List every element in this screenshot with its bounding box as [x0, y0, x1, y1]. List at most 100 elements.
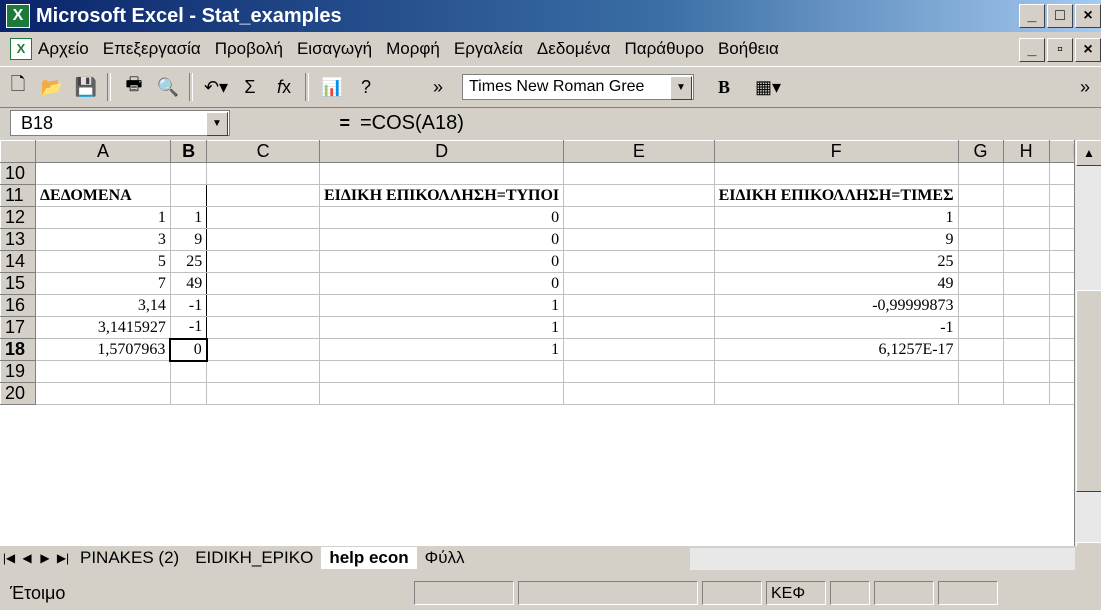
cell-f[interactable]: ΕΙΔΙΚΗ ΕΠΙΚΟΛΛΗΣΗ=ΤΙΜΕΣ	[713, 184, 959, 207]
cell-h[interactable]	[1002, 316, 1050, 339]
cell-b[interactable]: 49	[169, 272, 208, 295]
cell-b[interactable]: 25	[169, 250, 208, 273]
row-header[interactable]: 14	[0, 250, 36, 273]
column-header[interactable]: H	[1002, 140, 1050, 163]
cell-h[interactable]	[1002, 250, 1050, 273]
cell-g[interactable]	[957, 206, 1004, 229]
save-icon[interactable]: 💾	[70, 72, 102, 102]
prev-sheet-icon[interactable]: ◀	[18, 551, 36, 565]
cell-b-active[interactable]: 0	[169, 337, 208, 362]
first-sheet-icon[interactable]: |◀	[0, 551, 18, 565]
cell-h[interactable]	[1002, 382, 1050, 405]
autosum-icon[interactable]: Σ	[234, 72, 266, 102]
doc-restore-button[interactable]: ▫	[1047, 38, 1073, 62]
column-header[interactable]: C	[206, 140, 320, 163]
cell-a[interactable]: 3,1415927	[35, 316, 171, 339]
cell-e[interactable]	[563, 272, 715, 295]
cell-f[interactable]: 6,1257E-17	[713, 338, 959, 361]
column-header[interactable]: F	[713, 140, 959, 163]
cell-b[interactable]	[169, 162, 208, 185]
cell-a[interactable]: 7	[35, 272, 171, 295]
cell-e[interactable]	[563, 206, 715, 229]
cell-g[interactable]	[957, 360, 1004, 383]
function-icon[interactable]: fx	[268, 72, 300, 102]
cell-d[interactable]: 0	[318, 228, 565, 251]
column-header[interactable]: E	[563, 140, 715, 163]
font-name-select[interactable]: Times New Roman Gree ▼	[462, 74, 694, 100]
cell-d[interactable]	[318, 360, 565, 383]
close-button[interactable]: ×	[1075, 4, 1101, 28]
open-icon[interactable]: 📂	[36, 72, 68, 102]
row-header[interactable]: 19	[0, 360, 36, 383]
cell-f[interactable]	[713, 360, 959, 383]
cell-c[interactable]	[206, 382, 320, 405]
menu-edit[interactable]: Επεξεργασία	[103, 39, 201, 59]
sheet-tab-active[interactable]: help econ	[321, 547, 417, 569]
row-header[interactable]: 15	[0, 272, 36, 295]
new-icon[interactable]: 🗋	[2, 72, 34, 102]
row-header[interactable]: 12	[0, 206, 36, 229]
menu-window[interactable]: Παράθυρο	[624, 39, 703, 59]
cell-g[interactable]	[957, 294, 1004, 317]
cell-c[interactable]	[206, 250, 320, 273]
cell-a[interactable]: ΔΕΔΟΜΕΝΑ	[35, 184, 171, 207]
cell-f[interactable]: 9	[713, 228, 959, 251]
cell-g[interactable]	[957, 250, 1004, 273]
worksheet-grid[interactable]: A B C D E F G H I 1011ΔΕΔΟΜΕΝΑΕΙΔΙΚΗ ΕΠΙ…	[0, 140, 1101, 568]
cell-h[interactable]	[1002, 162, 1050, 185]
cell-b[interactable]	[169, 360, 208, 383]
cell-e[interactable]	[563, 360, 715, 383]
minimize-button[interactable]: _	[1019, 4, 1045, 28]
menu-data[interactable]: Δεδομένα	[537, 39, 611, 59]
cell-e[interactable]	[563, 162, 715, 185]
column-header[interactable]: B	[169, 140, 208, 163]
cell-c[interactable]	[206, 162, 320, 185]
cell-c[interactable]	[206, 294, 320, 317]
borders-icon[interactable]: ▦▾	[752, 72, 784, 102]
cell-a[interactable]: 5	[35, 250, 171, 273]
undo-icon[interactable]: ↶▾	[200, 72, 232, 102]
menu-format[interactable]: Μορφή	[386, 39, 440, 59]
cell-d[interactable]: ΕΙΔΙΚΗ ΕΠΙΚΟΛΛΗΣΗ=ΤΥΠΟΙ	[318, 184, 565, 207]
cell-a[interactable]	[35, 162, 171, 185]
name-box[interactable]: B18 ▼	[10, 110, 230, 136]
scroll-thumb[interactable]	[1076, 290, 1101, 492]
sheet-tab[interactable]: PINAKES (2)	[72, 547, 187, 569]
corner-select-all[interactable]	[0, 140, 36, 163]
menu-insert[interactable]: Εισαγωγή	[297, 39, 372, 59]
chart-wizard-icon[interactable]: 📊	[316, 72, 348, 102]
cell-f[interactable]: -0,99999873	[713, 294, 959, 317]
more-buttons-icon[interactable]: »	[422, 72, 454, 102]
chevron-down-icon[interactable]: ▼	[206, 112, 228, 136]
cell-c[interactable]	[206, 206, 320, 229]
cell-c[interactable]	[206, 228, 320, 251]
cell-h[interactable]	[1002, 184, 1050, 207]
row-header[interactable]: 11	[0, 184, 36, 207]
menu-tools[interactable]: Εργαλεία	[454, 39, 523, 59]
cell-b[interactable]: 9	[169, 228, 208, 251]
cell-g[interactable]	[957, 272, 1004, 295]
cell-c[interactable]	[206, 272, 320, 295]
vertical-scrollbar[interactable]: ▲ ▼	[1074, 140, 1101, 568]
cell-d[interactable]	[318, 382, 565, 405]
row-header[interactable]: 17	[0, 316, 36, 339]
cell-d[interactable]: 1	[318, 294, 565, 317]
cell-f[interactable]	[713, 162, 959, 185]
cell-g[interactable]	[957, 228, 1004, 251]
cell-g[interactable]	[957, 184, 1004, 207]
next-sheet-icon[interactable]: ▶	[36, 551, 54, 565]
row-header[interactable]: 10	[0, 162, 36, 185]
workbook-icon[interactable]: X	[10, 38, 32, 60]
cell-f[interactable]: 49	[713, 272, 959, 295]
cell-b[interactable]: -1	[169, 294, 208, 317]
cell-c[interactable]	[206, 184, 320, 207]
cell-c[interactable]	[206, 360, 320, 383]
cell-g[interactable]	[957, 382, 1004, 405]
cell-d[interactable]: 0	[318, 272, 565, 295]
cell-b[interactable]: -1	[169, 316, 208, 339]
cell-h[interactable]	[1002, 294, 1050, 317]
horizontal-scrollbar[interactable]	[690, 548, 1075, 570]
chevron-down-icon[interactable]: ▼	[670, 76, 692, 100]
cell-f[interactable]: 25	[713, 250, 959, 273]
cell-e[interactable]	[563, 382, 715, 405]
